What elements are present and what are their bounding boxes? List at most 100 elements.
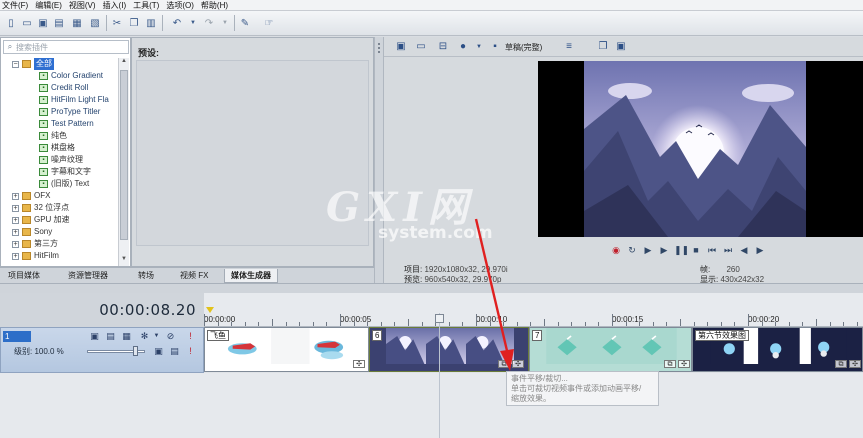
marker-icon[interactable] bbox=[206, 307, 214, 313]
cut-icon[interactable]: ✂ bbox=[110, 16, 124, 30]
tree-item-ofx[interactable]: + OFX bbox=[12, 190, 50, 202]
tree-item-hitfilm[interactable]: + HitFilm bbox=[12, 250, 59, 262]
automation-settings-icon[interactable]: ! bbox=[185, 346, 196, 357]
compositing-settings-icon[interactable]: ✻ bbox=[139, 331, 150, 342]
tree-item-credit-roll[interactable]: ▪ Credit Roll bbox=[39, 82, 88, 94]
tree-item-noise-texture[interactable]: ▪ 噪声纹理 bbox=[39, 154, 83, 166]
stop-icon[interactable]: ■ bbox=[690, 244, 702, 256]
solo-icon[interactable]: ! bbox=[185, 331, 196, 342]
video-event-fish[interactable]: 飞鱼 ✣ bbox=[204, 327, 369, 372]
tree-item-sony[interactable]: + Sony bbox=[12, 226, 52, 238]
menu-edit[interactable]: 编辑(E) bbox=[33, 0, 67, 11]
event-fx-icon[interactable]: ✣ bbox=[512, 360, 524, 368]
go-to-start-icon[interactable]: ⏮ bbox=[706, 244, 718, 256]
tree-item-legacy-text[interactable]: ▪ (旧版) Text bbox=[39, 178, 89, 190]
video-event-7[interactable]: 7 ⧉ ✣ bbox=[529, 327, 692, 372]
compositing-mode-icon[interactable]: ▦ bbox=[121, 331, 132, 342]
expand-icon[interactable]: + bbox=[12, 216, 19, 224]
mute-icon[interactable]: ⊘ bbox=[165, 331, 176, 342]
tree-item-gpu-accelerated[interactable]: + GPU 加速 bbox=[12, 214, 70, 226]
play-from-start-icon[interactable]: ▶ bbox=[642, 244, 654, 256]
quality-icon[interactable]: ▪ bbox=[488, 40, 502, 54]
grid-icon[interactable]: ≡ bbox=[562, 40, 576, 54]
track-level-slider-thumb[interactable] bbox=[133, 346, 138, 356]
save-as-icon[interactable]: ▤ bbox=[52, 16, 66, 30]
timeline-divider[interactable] bbox=[0, 283, 863, 293]
new-project-icon[interactable]: ▯ bbox=[4, 16, 18, 30]
tree-item-all[interactable]: − 全部 bbox=[12, 58, 54, 70]
pause-icon[interactable]: ❚❚ bbox=[674, 244, 689, 256]
preset-list[interactable] bbox=[136, 60, 369, 246]
tab-explorer[interactable]: 资源管理器 bbox=[62, 269, 114, 283]
properties-icon[interactable]: ▧ bbox=[88, 16, 102, 30]
tree-item-color-gradient[interactable]: ▪ Color Gradient bbox=[39, 70, 103, 82]
event-pan-crop-icon[interactable]: ⧉ bbox=[835, 360, 847, 368]
video-event-section6-effect[interactable]: 第六节效果图 ⧉ ✣ bbox=[692, 327, 863, 372]
go-to-end-icon[interactable]: ⏭ bbox=[722, 244, 734, 256]
preview-quality-select[interactable]: 草稿(完整) bbox=[505, 42, 542, 53]
undo-icon[interactable]: ↶ bbox=[170, 16, 184, 30]
undo-dropdown-icon[interactable]: ▼ bbox=[186, 16, 200, 30]
previous-frame-icon[interactable]: ◀ bbox=[738, 244, 750, 256]
save-snapshot-icon[interactable]: ▣ bbox=[614, 40, 628, 54]
track-fx-icon[interactable]: ▤ bbox=[105, 331, 116, 342]
copy-icon[interactable]: ❐ bbox=[127, 16, 141, 30]
event-fx-icon[interactable]: ✣ bbox=[678, 360, 690, 368]
menu-tools[interactable]: 工具(T) bbox=[131, 0, 164, 11]
plugin-search-input[interactable]: ⌕ 搜索插件 bbox=[3, 40, 129, 54]
record-icon[interactable]: ◉ bbox=[610, 244, 622, 256]
tab-video-fx[interactable]: 视频 FX bbox=[174, 269, 214, 283]
expand-icon[interactable]: + bbox=[12, 204, 19, 212]
collapse-icon[interactable]: − bbox=[12, 60, 19, 68]
tab-media-generators[interactable]: 媒体生成器 bbox=[224, 269, 278, 283]
tree-item-hitfilm-light-flares[interactable]: ▪ HitFilm Light Fla bbox=[39, 94, 109, 106]
help-pointer-icon[interactable]: ☞ bbox=[262, 16, 276, 30]
scrollbar-thumb[interactable] bbox=[120, 70, 128, 240]
expand-icon[interactable]: + bbox=[12, 252, 19, 260]
render-icon[interactable]: ▦ bbox=[70, 16, 84, 30]
scroll-down-icon[interactable]: ▼ bbox=[119, 256, 129, 266]
explorer-icon[interactable]: ✎ bbox=[238, 16, 252, 30]
playhead-handle[interactable] bbox=[435, 314, 444, 323]
track-motion-icon[interactable]: ▣ bbox=[89, 331, 100, 342]
video-track-header[interactable]: 1 ▣ ▤ ▦ ✻ ▼ ⊘ ! 级别: 100.0 % ▣ ▤ ! bbox=[0, 327, 204, 373]
tree-item-test-pattern[interactable]: ▪ Test Pattern bbox=[39, 118, 94, 130]
split-screen-icon[interactable]: ⊟ bbox=[436, 40, 450, 54]
event-pan-crop-icon[interactable]: ⧉ bbox=[664, 360, 676, 368]
tree-item-protype-titler[interactable]: ▪ ProType Titler bbox=[39, 106, 100, 118]
overlays-icon[interactable]: ● bbox=[456, 40, 470, 54]
video-event-6[interactable]: 6 ⧉ ✣ bbox=[369, 327, 529, 372]
event-fx-icon[interactable]: ✣ bbox=[849, 360, 861, 368]
preview-properties-icon[interactable]: ▣ bbox=[394, 40, 408, 54]
tab-transitions[interactable]: 转场 bbox=[132, 269, 160, 283]
tree-item-third-party[interactable]: + 第三方 bbox=[12, 238, 58, 250]
timeline-ruler[interactable]: 00:00:00 00:00:05 00:00:10 00:00:15 00:0… bbox=[204, 293, 863, 327]
paste-icon[interactable]: ▥ bbox=[144, 16, 158, 30]
overlays-dropdown-icon[interactable]: ▼ bbox=[472, 40, 486, 54]
menu-file[interactable]: 文件(F) bbox=[0, 0, 33, 11]
scroll-up-icon[interactable]: ▲ bbox=[119, 58, 129, 68]
panel-splitter[interactable] bbox=[374, 37, 384, 283]
redo-icon[interactable]: ↷ bbox=[202, 16, 216, 30]
event-fx-icon[interactable]: ✣ bbox=[353, 360, 365, 368]
expand-icon[interactable]: + bbox=[12, 228, 19, 236]
menu-help[interactable]: 帮助(H) bbox=[199, 0, 233, 11]
compositing-dropdown-icon[interactable]: ▼ bbox=[151, 331, 162, 342]
copy-snapshot-icon[interactable]: ❐ bbox=[596, 40, 610, 54]
expand-icon[interactable]: + bbox=[12, 192, 19, 200]
redo-dropdown-icon[interactable]: ▼ bbox=[218, 16, 232, 30]
play-icon[interactable]: ▶ bbox=[658, 244, 670, 256]
open-icon[interactable]: ▭ bbox=[20, 16, 34, 30]
save-icon[interactable]: ▣ bbox=[36, 16, 50, 30]
empty-track-area[interactable] bbox=[0, 373, 863, 438]
automation-icon[interactable]: ▣ bbox=[153, 346, 164, 357]
menu-view[interactable]: 视图(V) bbox=[67, 0, 101, 11]
menu-insert[interactable]: 插入(I) bbox=[101, 0, 132, 11]
event-pan-crop-icon[interactable]: ⧉ bbox=[498, 360, 510, 368]
track-fx-chain-icon[interactable]: ▤ bbox=[169, 346, 180, 357]
menu-options[interactable]: 选项(O) bbox=[164, 0, 199, 11]
loop-playback-icon[interactable]: ↻ bbox=[626, 244, 638, 256]
tree-scrollbar[interactable]: ▲ ▼ bbox=[118, 58, 129, 266]
tree-item-titles-and-text[interactable]: ▪ 字幕和文字 bbox=[39, 166, 91, 178]
expand-icon[interactable]: + bbox=[12, 240, 19, 248]
